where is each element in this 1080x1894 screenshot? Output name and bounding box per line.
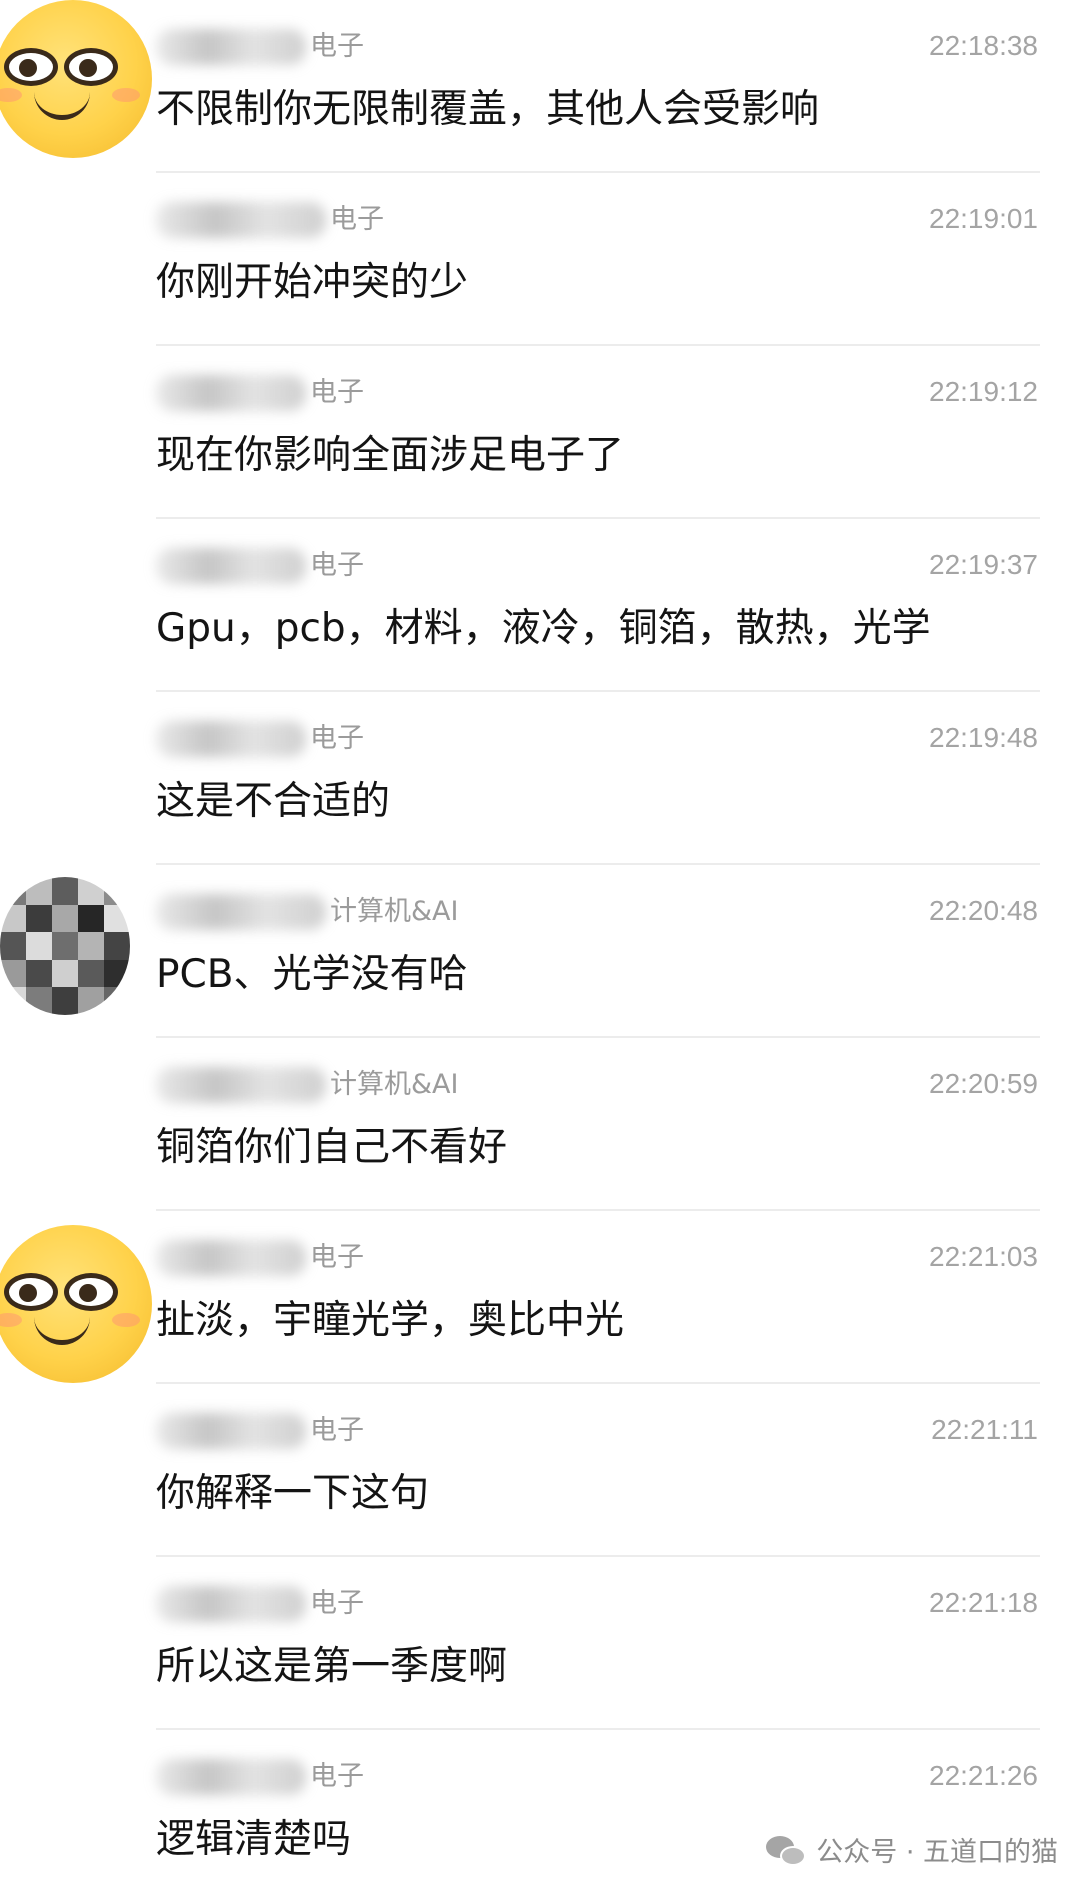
chat-message[interactable]: 电子 22:18:38 不限制你无限制覆盖，其他人会受影响 [0, 0, 1080, 173]
message-timestamp: 22:21:03 [929, 1241, 1038, 1272]
message-timestamp: 22:21:26 [929, 1760, 1038, 1791]
message-timestamp: 22:20:48 [929, 895, 1038, 926]
chat-message[interactable]: 电子 22:19:37 Gpu，pcb，材料，液冷，铜箔，散热，光学 [0, 519, 1080, 692]
message-timestamp: 22:19:12 [929, 376, 1038, 407]
cheek-icon [112, 1313, 140, 1327]
sender-name: 电子 [156, 26, 364, 66]
watermark-text: 公众号 · 五道口的猫 [816, 1837, 1058, 1868]
message-timestamp: 22:19:01 [929, 203, 1038, 234]
wechat-icon [766, 1836, 808, 1870]
chat-message[interactable]: 电子 22:19:12 现在你影响全面涉足电子了 [0, 346, 1080, 519]
sender-name-suffix: 电子 [310, 1241, 364, 1273]
chat-message[interactable]: 电子 22:21:18 所以这是第一季度啊 [0, 1557, 1080, 1730]
message-timestamp: 22:19:37 [929, 549, 1038, 580]
smile-icon [34, 92, 90, 120]
sender-name-suffix: 电子 [310, 1760, 364, 1792]
redacted-name [156, 1758, 306, 1795]
redacted-name [156, 1585, 306, 1622]
sender-name: 电子 [156, 1410, 364, 1450]
redacted-name [156, 374, 306, 411]
sender-name-suffix: 计算机&AI [330, 895, 459, 927]
message-text: 这是不合适的 [156, 779, 391, 824]
chat-message[interactable]: 电子 22:21:03 扯淡，宇瞳光学，奥比中光 [0, 1211, 1080, 1384]
chat-message[interactable]: 电子 22:19:48 这是不合适的 [0, 692, 1080, 865]
message-text: Gpu，pcb，材料，液冷，铜箔，散热，光学 [156, 606, 931, 651]
redacted-name [156, 547, 306, 584]
avatar[interactable] [0, 0, 152, 158]
sender-name-suffix: 电子 [310, 549, 364, 581]
chat-message[interactable]: 计算机&AI 22:20:59 铜箔你们自己不看好 [0, 1038, 1080, 1211]
eye-icon [64, 48, 118, 86]
cheek-icon [112, 88, 140, 102]
sender-name: 计算机&AI [156, 1064, 459, 1104]
redacted-name [156, 893, 326, 930]
cheek-icon [0, 1313, 22, 1327]
message-text: 你解释一下这句 [156, 1471, 430, 1516]
message-timestamp: 22:18:38 [929, 30, 1038, 61]
redacted-name [156, 1066, 326, 1103]
message-timestamp: 22:20:59 [929, 1068, 1038, 1099]
redacted-name [156, 1412, 306, 1449]
sender-name: 电子 [156, 199, 384, 239]
message-timestamp: 22:21:11 [931, 1414, 1038, 1445]
sender-name: 电子 [156, 1583, 364, 1623]
cheek-icon [0, 88, 22, 102]
message-text: 不限制你无限制覆盖，其他人会受影响 [156, 87, 820, 132]
avatar[interactable] [0, 1225, 152, 1383]
sender-name: 电子 [156, 372, 364, 412]
eye-icon [4, 1273, 58, 1311]
redacted-name [156, 1239, 306, 1276]
eye-icon [64, 1273, 118, 1311]
eye-icon [4, 48, 58, 86]
sender-name-suffix: 电子 [310, 722, 364, 754]
sender-name: 电子 [156, 1237, 364, 1277]
sender-name: 电子 [156, 718, 364, 758]
chat-message[interactable]: 电子 22:19:01 你刚开始冲突的少 [0, 173, 1080, 346]
message-text: 逻辑清楚吗 [156, 1817, 352, 1862]
sender-name-suffix: 电子 [330, 203, 384, 235]
chat-message[interactable]: 电子 22:21:11 你解释一下这句 [0, 1384, 1080, 1557]
sender-name-suffix: 电子 [310, 30, 364, 62]
watermark: 公众号 · 五道口的猫 [766, 1833, 1058, 1873]
sender-name-suffix: 电子 [310, 376, 364, 408]
sender-name-suffix: 电子 [310, 1414, 364, 1446]
redacted-name [156, 201, 326, 238]
redacted-name [156, 720, 306, 757]
smile-icon [34, 1317, 90, 1345]
message-timestamp: 22:21:18 [929, 1587, 1038, 1618]
sender-name: 计算机&AI [156, 891, 459, 931]
sender-name: 电子 [156, 1756, 364, 1796]
message-timestamp: 22:19:48 [929, 722, 1038, 753]
message-text: 你刚开始冲突的少 [156, 260, 469, 305]
message-text: 所以这是第一季度啊 [156, 1644, 508, 1689]
chat-message-list: 电子 22:18:38 不限制你无限制覆盖，其他人会受影响 电子 22:19:0… [0, 0, 1080, 1894]
redacted-name [156, 28, 306, 65]
sender-name-suffix: 计算机&AI [330, 1068, 459, 1100]
message-text: 现在你影响全面涉足电子了 [156, 433, 625, 478]
message-text: 扯淡，宇瞳光学，奥比中光 [156, 1298, 625, 1343]
message-text: PCB、光学没有哈 [156, 952, 468, 997]
message-text: 铜箔你们自己不看好 [156, 1125, 508, 1170]
chat-message[interactable]: 计算机&AI 22:20:48 PCB、光学没有哈 [0, 865, 1080, 1038]
avatar[interactable] [0, 877, 130, 1015]
sender-name-suffix: 电子 [310, 1587, 364, 1619]
sender-name: 电子 [156, 545, 364, 585]
